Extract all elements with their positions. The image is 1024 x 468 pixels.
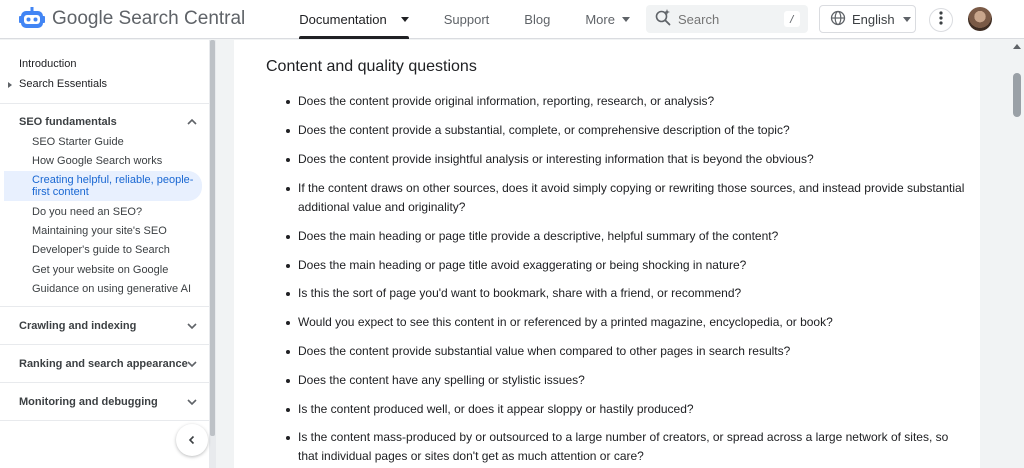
language-label: English — [852, 11, 895, 27]
list-item: Does the content provide a substantial, … — [286, 121, 968, 140]
sidebar-section-crawling-indexing[interactable]: Crawling and indexing — [0, 320, 210, 332]
sidebar-item-introduction[interactable]: Introduction — [0, 58, 210, 70]
triangle-right-icon — [8, 82, 12, 88]
sidebar-section-label: Monitoring and debugging — [19, 396, 158, 408]
list-item: Does the content provide original inform… — [286, 92, 968, 111]
sidebar-divider — [0, 420, 210, 421]
nav-support[interactable]: Support — [444, 0, 490, 39]
logo-text: Google Search Central — [52, 8, 246, 29]
list-item: Does the main heading or page title prov… — [286, 227, 968, 246]
nav-more[interactable]: More — [585, 0, 630, 39]
collapse-sidebar-button[interactable] — [176, 424, 208, 456]
sidebar-divider — [0, 344, 210, 345]
top-nav: Documentation Support Blog More — [299, 0, 665, 39]
globe-icon — [830, 10, 846, 29]
main-content: Content and quality questions Does the c… — [234, 40, 980, 468]
nav-more-label: More — [585, 11, 615, 27]
left-sidebar: Introduction Search Essentials SEO funda… — [0, 40, 210, 468]
chevron-down-icon — [187, 323, 197, 330]
sidebar-item-generative-ai[interactable]: Guidance on using generative AI — [0, 283, 210, 295]
caret-down-icon — [400, 16, 409, 22]
site-logo[interactable]: Google Search Central — [18, 7, 245, 31]
nav-blog[interactable]: Blog — [524, 0, 550, 39]
sidebar-item-label: Maintaining your site's SEO — [32, 225, 167, 237]
list-item: If the content draws on other sources, d… — [286, 179, 968, 217]
sidebar-item-label-line2: first content — [32, 186, 89, 198]
chevron-up-icon — [187, 118, 197, 125]
sidebar-section-monitoring-debugging[interactable]: Monitoring and debugging — [0, 396, 210, 408]
sidebar-scrollbar-thumb[interactable] — [210, 40, 215, 436]
vertical-dots-icon — [939, 10, 943, 30]
sidebar-item-label: Get your website on Google — [32, 264, 169, 276]
sidebar-item-search-essentials[interactable]: Search Essentials — [0, 78, 210, 90]
nav-blog-label: Blog — [524, 11, 551, 27]
sidebar-section-label: Ranking and search appearance — [19, 358, 188, 370]
sidebar-section-seo-fundamentals[interactable]: SEO fundamentals — [0, 116, 210, 128]
chevron-down-icon — [187, 361, 197, 368]
avatar[interactable] — [968, 7, 992, 31]
sidebar-item-seo-starter-guide[interactable]: SEO Starter Guide — [0, 136, 210, 148]
search-central-robot-icon — [18, 7, 46, 31]
sidebar-item-get-website-on-google[interactable]: Get your website on Google — [0, 264, 210, 276]
search-input[interactable] — [678, 11, 778, 27]
search-shortcut-key: / — [784, 11, 800, 27]
sidebar-section-label: SEO fundamentals — [19, 116, 117, 128]
sidebar-divider — [0, 382, 210, 383]
nav-documentation[interactable]: Documentation — [299, 0, 410, 39]
list-item: Is this the sort of page you'd want to b… — [286, 284, 968, 303]
list-item: Does the content provide insightful anal… — [286, 150, 968, 169]
sidebar-item-need-seo[interactable]: Do you need an SEO? — [0, 206, 210, 218]
nav-documentation-label: Documentation — [299, 11, 387, 27]
sidebar-item-label: SEO Starter Guide — [32, 136, 124, 148]
page-scrollbar-thumb[interactable] — [1013, 73, 1021, 117]
sidebar-divider — [0, 103, 210, 104]
caret-down-icon — [621, 16, 630, 22]
list-item: Is the content mass-produced by or outso… — [286, 428, 968, 466]
top-header: Google Search Central Documentation Supp… — [0, 0, 1024, 39]
more-options-button[interactable] — [929, 8, 953, 32]
nav-support-label: Support — [443, 11, 490, 27]
sidebar-item-developers-guide[interactable]: Developer's guide to Search — [0, 244, 210, 256]
list-item: Does the content provide substantial val… — [286, 342, 968, 361]
list-item: Is the content produced well, or does it… — [286, 400, 968, 419]
sidebar-item-label: Guidance on using generative AI — [32, 283, 192, 295]
language-select[interactable]: English — [819, 5, 916, 33]
list-item: Would you expect to see this content in … — [286, 313, 968, 332]
sidebar-item-label: How Google Search works — [32, 155, 163, 167]
sidebar-item-how-search-works[interactable]: How Google Search works — [0, 155, 210, 167]
sidebar-item-label: Search Essentials — [19, 78, 108, 90]
list-item: Does the content have any spelling or st… — [286, 371, 968, 390]
sidebar-item-maintaining-seo[interactable]: Maintaining your site's SEO — [0, 225, 210, 237]
chevron-down-icon — [187, 399, 197, 406]
chevron-left-icon — [188, 435, 195, 445]
search-box[interactable]: / — [646, 5, 808, 33]
sidebar-item-label: Introduction — [19, 58, 77, 70]
sidebar-item-label: Do you need an SEO? — [32, 206, 143, 218]
sidebar-item-label: Creating helpful, reliable, people- — [32, 174, 194, 186]
sidebar-item-helpful-content[interactable]: Creating helpful, reliable, people- firs… — [0, 174, 210, 198]
caret-down-icon — [902, 16, 911, 22]
search-sparkle-icon — [654, 8, 672, 31]
sidebar-divider — [0, 306, 210, 307]
sidebar-item-label: Developer's guide to Search — [32, 244, 170, 256]
section-heading: Content and quality questions — [266, 58, 477, 75]
sidebar-section-ranking-appearance[interactable]: Ranking and search appearance — [0, 358, 210, 370]
sidebar-section-label: Crawling and indexing — [19, 320, 137, 332]
list-item: Does the main heading or page title avoi… — [286, 256, 968, 275]
scroll-up-arrow-icon[interactable] — [1013, 44, 1021, 49]
